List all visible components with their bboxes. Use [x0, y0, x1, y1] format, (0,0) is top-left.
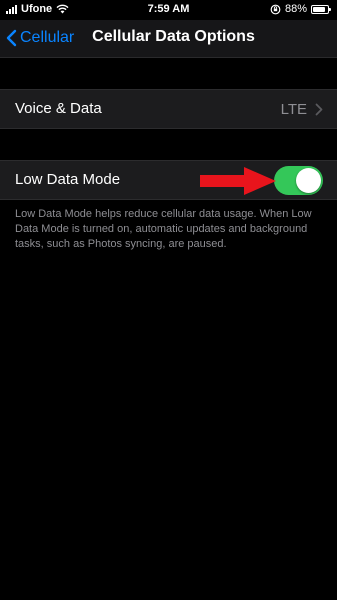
low-data-mode-label: Low Data Mode [15, 171, 121, 188]
voice-data-row[interactable]: Voice & Data LTE [0, 89, 337, 129]
status-bar: Ufone 7:59 AM 88% [0, 0, 337, 20]
battery-icon [311, 4, 331, 14]
low-data-mode-row: Low Data Mode [0, 160, 337, 200]
rotation-lock-icon [270, 4, 281, 14]
voice-data-value: LTE [280, 101, 307, 118]
red-arrow-icon [200, 167, 276, 195]
low-data-mode-description: Low Data Mode helps reduce cellular data… [15, 208, 312, 250]
battery-percent: 88% [284, 3, 307, 15]
voice-data-label: Voice & Data [15, 100, 102, 117]
toggle-knob [296, 168, 321, 193]
navigation-bar: Cellular Cellular Data Options [0, 20, 337, 58]
page-title: Cellular Data Options [92, 28, 255, 45]
battery-level [313, 6, 325, 12]
low-data-mode-toggle[interactable] [274, 166, 323, 195]
chevron-right-icon [315, 103, 323, 116]
status-right: 88% [270, 3, 331, 15]
